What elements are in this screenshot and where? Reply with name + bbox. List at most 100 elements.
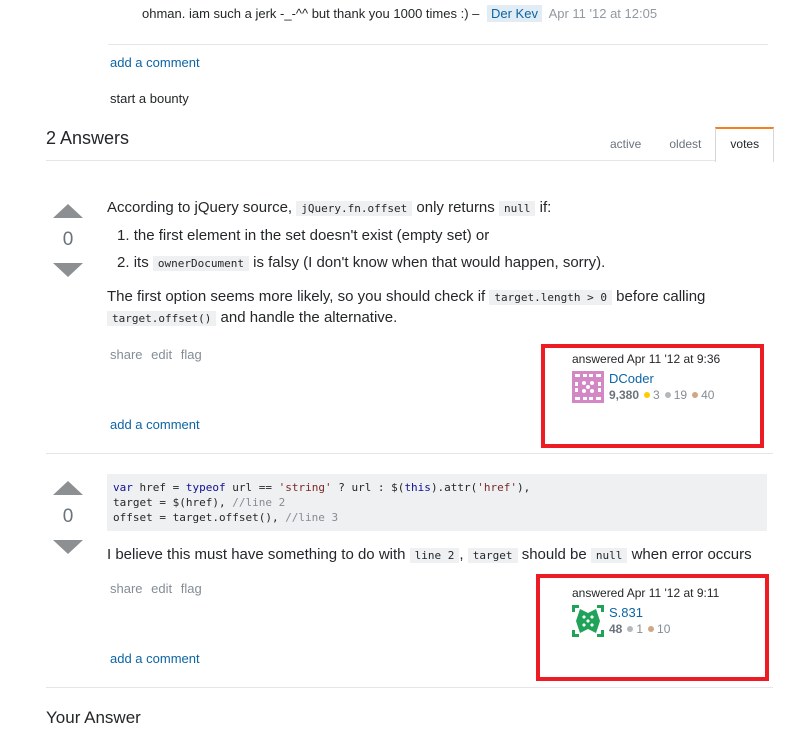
code-token: href =: [132, 481, 186, 494]
comment-user-link[interactable]: Der Kev: [486, 5, 542, 22]
answer-sort-tabs: active oldest votes: [596, 127, 775, 162]
text: According to jQuery source,: [107, 199, 293, 216]
list-text: its: [133, 254, 149, 271]
answer-2-code-block: var href = typeof url == 'string' ? url …: [107, 474, 767, 531]
bronze-badge-count: 40: [701, 388, 715, 402]
downvote-arrow-icon[interactable]: [53, 540, 83, 554]
user-flair: 9,380 3 19 40: [609, 388, 714, 402]
identicon-avatar-icon: [572, 371, 604, 403]
inline-code: null: [498, 201, 536, 216]
answer-divider: [46, 453, 773, 454]
code-block: var href = typeof url == 'string' ? url …: [107, 474, 767, 531]
upvote-arrow-icon[interactable]: [53, 481, 83, 495]
text: and handle the alternative.: [220, 309, 398, 326]
answers-count-heading: 2 Answers: [46, 128, 130, 148]
inline-code: ownerDocument: [152, 256, 249, 271]
edit-link[interactable]: edit: [151, 581, 172, 596]
bronze-badge-icon: [648, 626, 655, 633]
list-text: the first element in the set doesn't exi…: [133, 227, 490, 244]
tab-active[interactable]: active: [596, 127, 655, 160]
answer-1-paragraph: The first option seems more likely, so y…: [107, 287, 767, 329]
answer-1-post-menu: share edit flag: [110, 347, 207, 362]
answered-time: answered Apr 11 '12 at 9:36: [572, 352, 721, 366]
downvote-arrow-icon[interactable]: [53, 263, 83, 277]
inline-code: target: [467, 548, 518, 563]
answer-1-list: 1. the first element in the set doesn't …: [107, 226, 767, 274]
code-comment: //line 2: [232, 496, 286, 509]
comment-divider: [108, 44, 768, 45]
code-token: this: [404, 481, 431, 494]
inline-code: line 2: [409, 548, 460, 563]
vote-count: 0: [62, 506, 74, 527]
answer-2-add-comment-link[interactable]: add a comment: [110, 651, 200, 666]
text: before calling: [616, 288, 706, 305]
start-bounty-link[interactable]: start a bounty: [110, 91, 189, 106]
answer-2-post-menu: share edit flag: [110, 581, 207, 596]
your-answer-heading: Your Answer: [46, 708, 141, 727]
vote-count: 0: [62, 229, 74, 250]
answer-1-intro: According to jQuery source, jQuery.fn.of…: [107, 198, 767, 219]
code-token: var: [113, 481, 133, 494]
identicon-avatar-icon: [572, 605, 604, 637]
answer-2-vote-cell: 0: [48, 481, 88, 554]
gold-badge-icon: [644, 392, 651, 399]
text: if:: [539, 199, 552, 216]
answer-2-user-signature: answered Apr 11 '12 at 9:11 S.831 48 1 1…: [572, 586, 719, 637]
comment-text: ohman. iam such a jerk -_-^^ but thank y…: [142, 6, 480, 21]
code-token: target = $(href),: [113, 496, 233, 509]
inline-code: target.length > 0: [489, 290, 612, 305]
text: The first option seems more likely, so y…: [107, 288, 486, 305]
comment: ohman. iam such a jerk -_-^^ but thank y…: [142, 5, 658, 22]
list-number: 1.: [117, 227, 130, 244]
user-flair: 48 1 10: [609, 622, 670, 636]
code-token: url ==: [225, 481, 279, 494]
inline-code: jQuery.fn.offset: [296, 201, 413, 216]
code-comment: //line 3: [285, 511, 339, 524]
user-avatar[interactable]: [572, 371, 604, 403]
answered-time: answered Apr 11 '12 at 9:11: [572, 586, 720, 600]
silver-badge-icon: [627, 626, 634, 633]
answer-divider: [46, 687, 773, 688]
user-avatar[interactable]: [572, 605, 604, 637]
user-name-link[interactable]: S.831: [609, 605, 670, 620]
code-token: offset = target.offset(),: [113, 511, 286, 524]
upvote-arrow-icon[interactable]: [53, 204, 83, 218]
text: should be: [521, 546, 587, 563]
answer-1-vote-cell: 0: [48, 204, 88, 277]
silver-badge-count: 19: [673, 388, 688, 402]
list-number: 2.: [117, 254, 130, 271]
answer-2-body: I believe this must have something to do…: [107, 545, 777, 566]
code-token: ).attr(: [430, 481, 478, 494]
inline-code: null: [590, 548, 628, 563]
answer-1-user-signature: answered Apr 11 '12 at 9:36 DCoder 9,380…: [572, 352, 720, 403]
silver-badge-count: 1: [636, 622, 644, 636]
text: only returns: [416, 199, 495, 216]
flag-link[interactable]: flag: [181, 347, 202, 362]
list-item: 2. its ownerDocument is falsy (I don't k…: [117, 253, 767, 274]
comment-date[interactable]: Apr 11 '12 at 12:05: [549, 6, 658, 21]
silver-badge-icon: [664, 392, 671, 399]
reputation-score: 9,380: [609, 388, 640, 402]
code-token: ? url : $(: [331, 481, 405, 494]
text: when error occurs: [631, 546, 752, 563]
user-name-link[interactable]: DCoder: [609, 371, 714, 386]
text: I believe this must have something to do…: [107, 546, 406, 563]
answers-header-divider: [46, 160, 773, 161]
question-add-comment-link[interactable]: add a comment: [110, 55, 200, 70]
share-link[interactable]: share: [110, 581, 143, 596]
tab-votes[interactable]: votes: [715, 127, 775, 162]
edit-link[interactable]: edit: [151, 347, 172, 362]
flag-link[interactable]: flag: [181, 581, 202, 596]
text: ,: [459, 546, 464, 563]
answer-1-body: According to jQuery source, jQuery.fn.of…: [107, 198, 767, 329]
list-text: is falsy (I don't know when that would h…: [253, 254, 606, 271]
code-token: 'string': [278, 481, 332, 494]
code-token: 'href': [477, 481, 518, 494]
gold-badge-count: 3: [653, 388, 660, 402]
tab-oldest[interactable]: oldest: [655, 127, 715, 160]
share-link[interactable]: share: [110, 347, 143, 362]
code-token: typeof: [185, 481, 226, 494]
reputation-score: 48: [609, 622, 623, 636]
answer-1-add-comment-link[interactable]: add a comment: [110, 417, 200, 432]
list-item: 1. the first element in the set doesn't …: [117, 226, 767, 246]
